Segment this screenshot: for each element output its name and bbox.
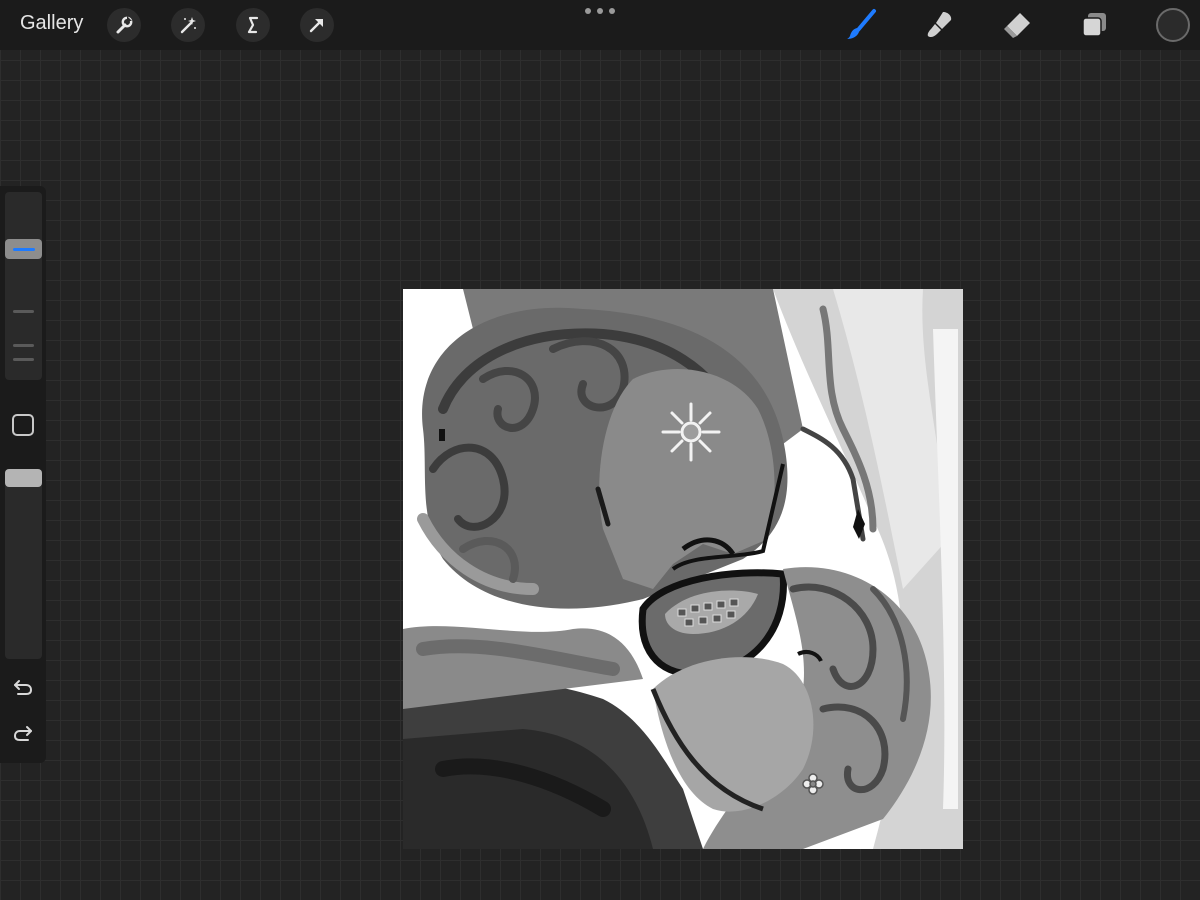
wrench-icon [116, 16, 133, 34]
layers-icon [1082, 13, 1106, 37]
drawing-canvas[interactable] [403, 289, 963, 849]
redo-button[interactable] [10, 721, 36, 745]
left-sidebar [0, 186, 46, 763]
dot-icon [609, 8, 615, 14]
adjustments-button[interactable] [171, 8, 205, 42]
artwork-illustration [403, 289, 963, 849]
smudge-tool-button[interactable] [922, 8, 956, 42]
top-toolbar: Gallery [0, 0, 1200, 50]
dot-icon [597, 8, 603, 14]
actions-button[interactable] [107, 8, 141, 42]
slider-tick [13, 344, 34, 347]
brush-icon [847, 9, 876, 39]
slider-tick [13, 310, 34, 313]
selection-s-icon [247, 16, 259, 34]
opacity-slider[interactable] [5, 469, 42, 659]
dot-icon [585, 8, 591, 14]
magic-wand-icon [180, 17, 196, 34]
brush-size-thumb[interactable] [5, 239, 42, 260]
modify-button[interactable] [12, 414, 34, 436]
smudge-icon [927, 12, 952, 38]
gallery-button[interactable]: Gallery [20, 12, 83, 35]
more-options-button[interactable] [585, 4, 615, 18]
selection-button[interactable] [236, 8, 270, 42]
slider-tick [13, 358, 34, 361]
transform-button[interactable] [300, 8, 334, 42]
brush-size-slider[interactable] [5, 192, 42, 380]
layers-button[interactable] [1078, 8, 1112, 42]
undo-icon [14, 680, 33, 695]
undo-button[interactable] [10, 675, 36, 699]
eraser-tool-button[interactable] [1000, 8, 1034, 42]
size-indicator [12, 247, 35, 251]
redo-icon [13, 726, 32, 741]
paint-tool-button[interactable] [844, 8, 878, 42]
transform-arrow-icon [309, 19, 323, 33]
color-picker-button[interactable] [1156, 8, 1190, 42]
opacity-thumb[interactable] [5, 469, 42, 487]
eraser-icon [1004, 13, 1030, 38]
